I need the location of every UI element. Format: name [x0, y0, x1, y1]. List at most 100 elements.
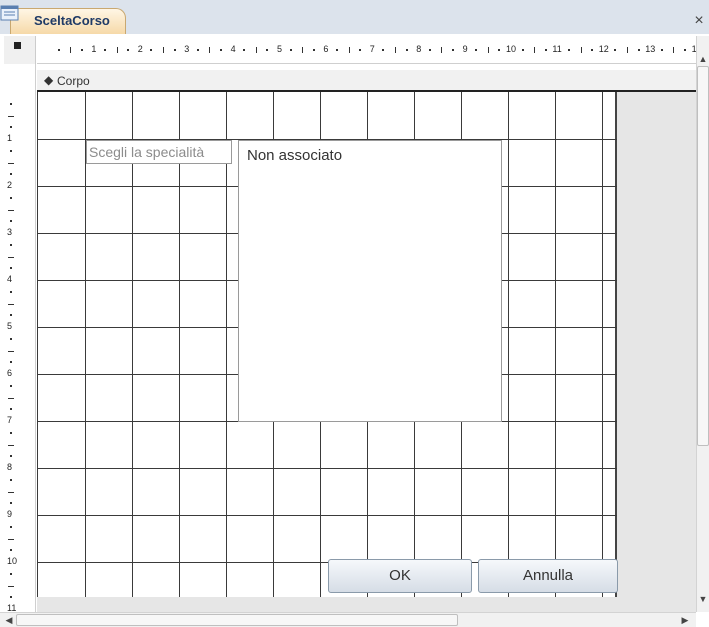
ruler-tick [348, 47, 350, 53]
ruler-tick [10, 267, 12, 270]
horizontal-scrollbar[interactable]: ◀ ▶ [0, 612, 696, 627]
ruler-tick [673, 47, 675, 53]
ruler-tick [498, 49, 501, 51]
scroll-down-icon[interactable]: ▼ [697, 592, 709, 606]
scroll-right-icon[interactable]: ▶ [678, 614, 692, 627]
ruler-tick [405, 49, 408, 51]
ruler-tick [8, 256, 14, 258]
ruler-label: 6 [323, 44, 329, 54]
ruler-tick [8, 303, 14, 305]
ruler-tick [302, 47, 304, 53]
horizontal-scroll-thumb[interactable] [16, 614, 458, 626]
ruler-tick [116, 47, 118, 53]
ruler-tick [10, 502, 12, 505]
ruler-tick [163, 47, 164, 53]
ruler-tick [220, 49, 222, 51]
ruler-tick [10, 572, 12, 575]
ruler-tick [591, 49, 594, 51]
ruler-tick [10, 384, 12, 387]
ruler-tick [127, 49, 130, 51]
grid-vertical-line [37, 92, 38, 597]
ruler-label: 3 [7, 227, 13, 237]
ruler-label: 4 [230, 44, 236, 54]
ruler-tick [266, 49, 269, 51]
ruler-tick [475, 49, 478, 51]
grid-horizontal-line [37, 515, 617, 516]
ruler-tick [70, 47, 72, 53]
ruler-tick [382, 49, 385, 51]
form-icon [0, 5, 19, 21]
ruler-label: 1 [91, 44, 97, 54]
ruler-tick [8, 350, 14, 352]
ruler-tick [10, 337, 12, 340]
ruler-tick [10, 455, 12, 458]
ruler-tick [8, 162, 14, 164]
ruler-tick [10, 431, 12, 434]
listbox-unbound-text: Non associato [247, 147, 343, 164]
grid-vertical-line [179, 92, 180, 597]
form-selector[interactable] [4, 36, 36, 64]
ruler-tick [8, 491, 14, 493]
ruler-tick [312, 49, 315, 51]
vertical-ruler: 1 2 3 4 5 6 7 8 9 10 11 [4, 64, 36, 613]
ruler-tick [8, 444, 14, 446]
ruler-tick [10, 173, 12, 176]
ruler-tick [8, 538, 14, 540]
ruler-tick [10, 596, 12, 599]
ruler-label: 9 [462, 44, 468, 54]
grid-vertical-line [555, 92, 556, 597]
ruler-tick [10, 243, 12, 246]
ruler-label: 7 [369, 44, 375, 54]
ruler-tick [243, 49, 246, 51]
ruler-tick [534, 47, 536, 53]
ruler-tick [452, 49, 454, 51]
ruler-tick [8, 585, 14, 587]
ruler-label: 12 [598, 44, 609, 54]
ruler-tick [10, 126, 12, 129]
tab-title[interactable]: SceltaCorso [34, 13, 110, 28]
ruler-tick [8, 209, 14, 211]
ruler-tick [336, 49, 338, 51]
ruler-tick [8, 115, 14, 117]
grid-vertical-line [132, 92, 133, 597]
ruler-tick [289, 49, 292, 51]
ruler-label: 4 [7, 274, 13, 284]
ok-button[interactable]: OK [328, 559, 472, 593]
ruler-label: 2 [7, 180, 13, 190]
ruler-tick [580, 47, 582, 53]
ruler-tick [196, 49, 199, 51]
ruler-tick [10, 361, 12, 364]
ruler-tick [441, 47, 443, 53]
ruler-tick [359, 49, 362, 51]
ruler-tick [10, 290, 12, 293]
ruler-label: 1 [7, 133, 13, 143]
ruler-tick [10, 314, 12, 317]
section-collapse-icon[interactable]: ◆ [44, 73, 53, 87]
ruler-tick [521, 49, 524, 51]
ruler-label: 5 [277, 44, 283, 54]
vertical-scrollbar[interactable]: ▲ ▼ [696, 36, 709, 612]
grid-horizontal-line [37, 468, 617, 469]
ruler-tick [10, 102, 12, 105]
specialty-label[interactable]: Scegli la specialità [86, 140, 232, 164]
ruler-tick [8, 397, 14, 399]
ruler-label: 10 [506, 44, 517, 54]
ruler-label: 9 [7, 509, 13, 519]
cancel-button[interactable]: Annulla [478, 559, 618, 593]
specialty-listbox[interactable]: Non associato [238, 140, 502, 422]
ruler-label: 2 [137, 44, 143, 54]
scroll-left-icon[interactable]: ◀ [2, 614, 16, 627]
ruler-label: 11 [552, 44, 562, 54]
ruler-tick [150, 49, 153, 51]
ruler-tick [10, 196, 12, 199]
scroll-up-icon[interactable]: ▲ [697, 52, 709, 66]
vertical-scroll-thumb[interactable] [697, 66, 709, 446]
close-icon[interactable]: × [690, 12, 708, 30]
ruler-tick [104, 49, 106, 51]
ruler-tick [57, 49, 60, 51]
ruler-tick [614, 49, 617, 51]
ruler-label: 10 [7, 556, 18, 566]
ruler-tick [395, 47, 396, 53]
ruler-label: 8 [7, 462, 13, 472]
section-header-corpo[interactable]: ◆ Corpo [37, 70, 696, 92]
